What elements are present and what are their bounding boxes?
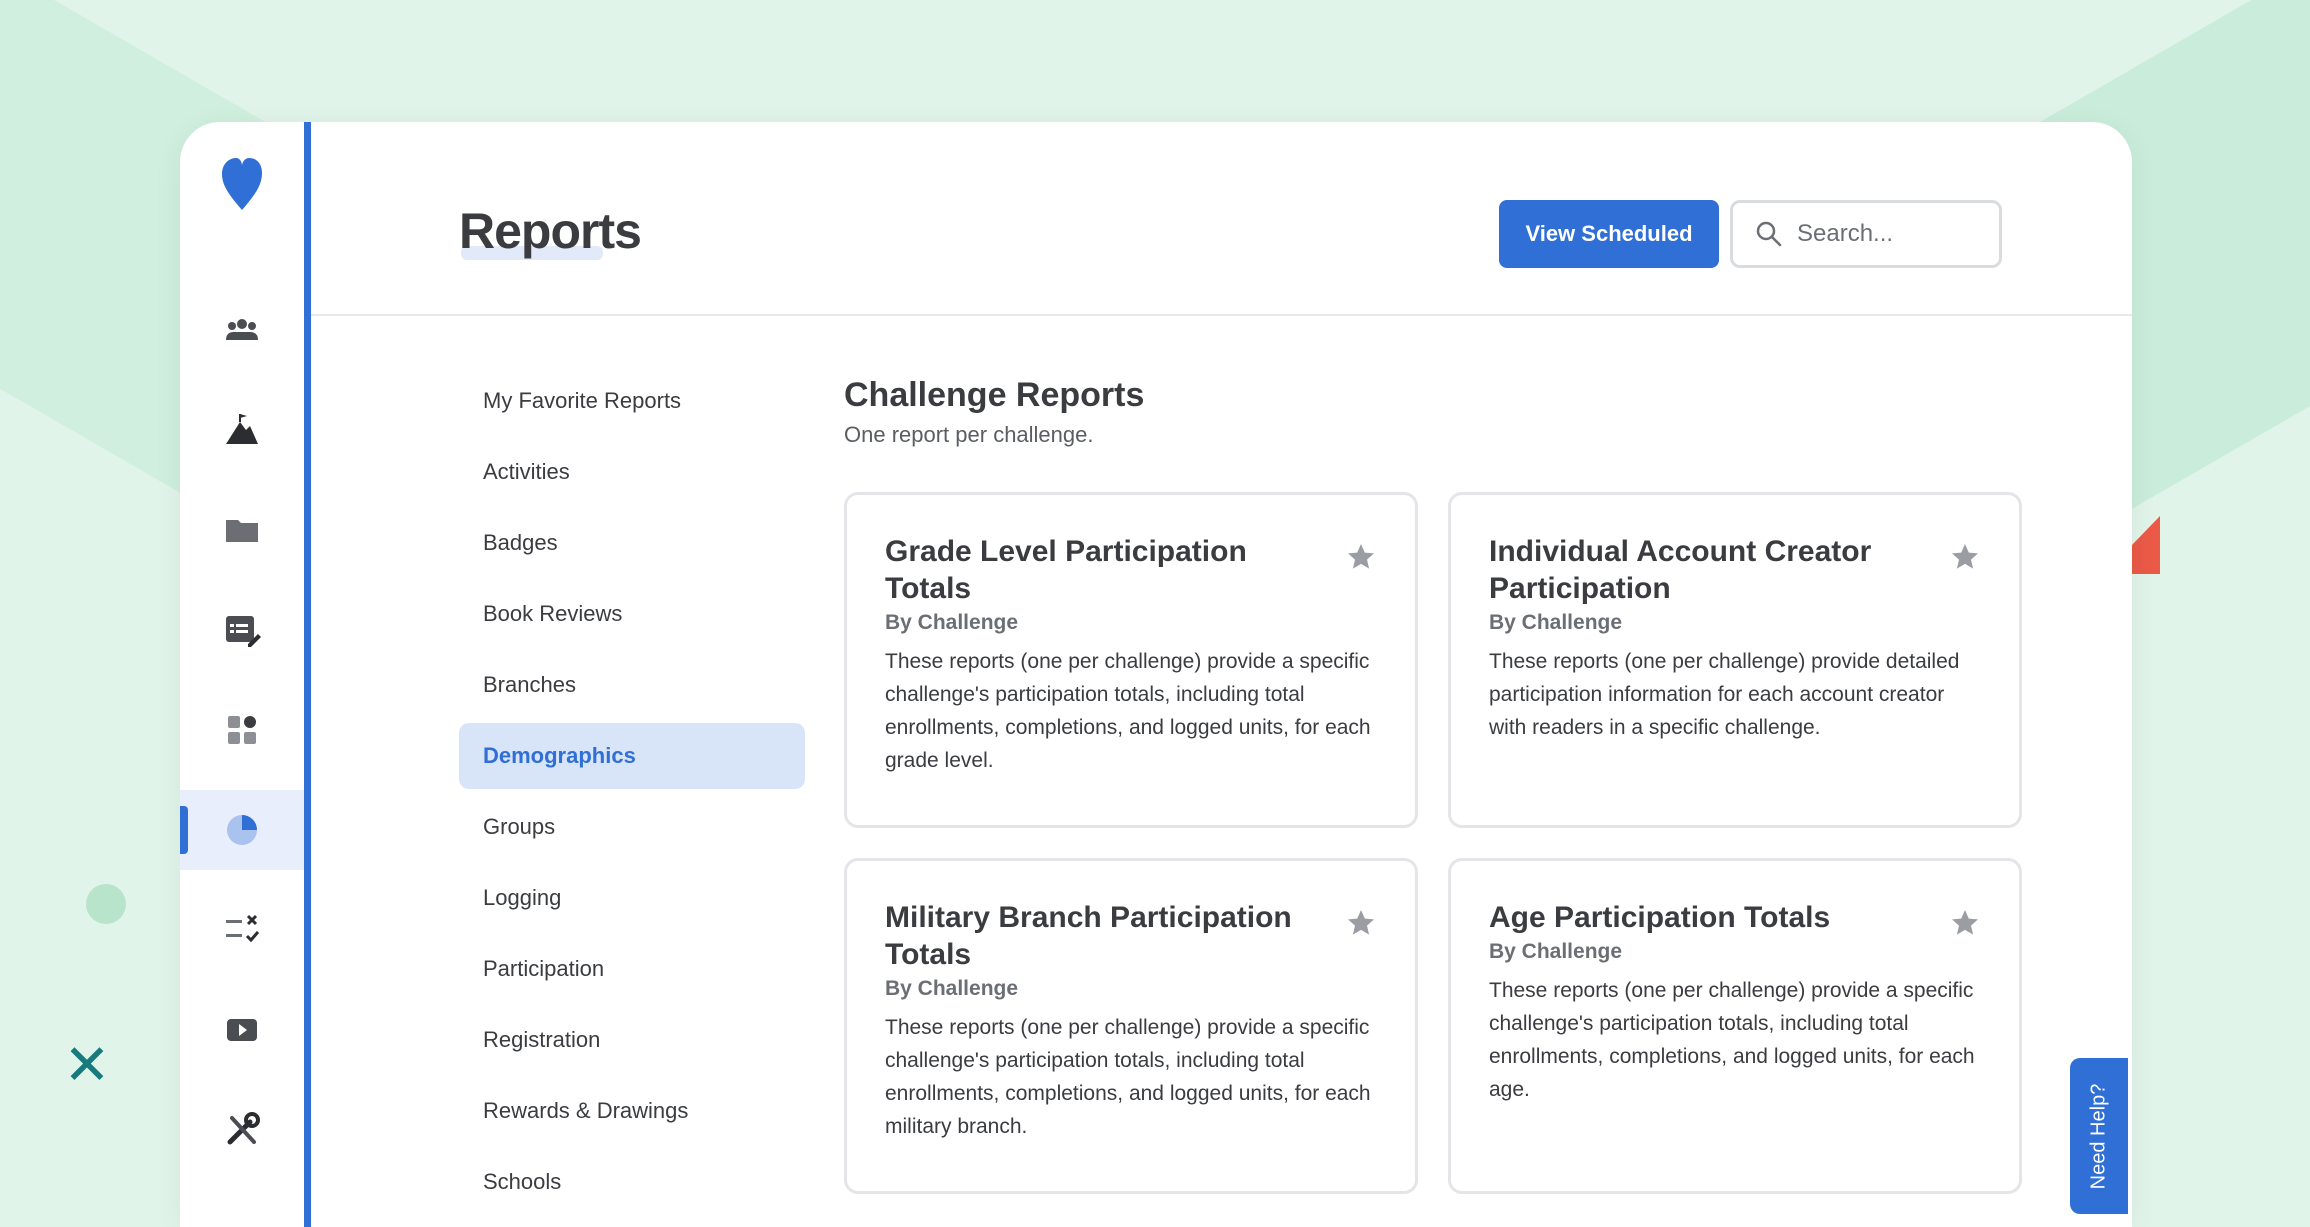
widgets-icon	[228, 716, 256, 744]
report-card[interactable]: Grade Level Participation Totals By Chal…	[844, 492, 1418, 828]
category-demographics[interactable]: Demographics	[459, 723, 805, 789]
users-icon	[226, 319, 258, 340]
report-card-scope: By Challenge	[1489, 611, 1623, 634]
rail-item-users[interactable]	[180, 290, 304, 370]
category-schools[interactable]: Schools	[459, 1149, 805, 1215]
view-scheduled-button[interactable]: View Scheduled	[1499, 200, 1719, 268]
category-activities[interactable]: Activities	[459, 439, 805, 505]
page-header: Reports View Scheduled	[311, 122, 2132, 316]
report-card-scope: By Challenge	[1489, 940, 1623, 963]
rail-item-lists[interactable]	[180, 590, 304, 670]
category-groups[interactable]: Groups	[459, 794, 805, 860]
report-card-scope: By Challenge	[885, 611, 1019, 634]
need-help-label: Need Help?	[2087, 1083, 2110, 1189]
page-title: Reports	[459, 203, 642, 259]
report-card-description: These reports (one per challenge) provid…	[1489, 979, 1975, 1101]
rail-item-challenges[interactable]	[180, 390, 304, 470]
heart-logo-icon[interactable]	[220, 156, 264, 212]
pie-chart-icon	[227, 815, 257, 845]
decorative-circle	[86, 884, 126, 924]
section-subtitle: One report per challenge.	[844, 422, 1094, 447]
category-badges[interactable]: Badges	[459, 510, 805, 576]
list-edit-icon	[226, 616, 261, 647]
report-card[interactable]: Military Branch Participation Totals By …	[844, 858, 1418, 1194]
report-card[interactable]: Individual Account Creator Participation…	[1448, 492, 2022, 828]
rail-divider	[304, 122, 311, 1227]
need-help-button[interactable]: Need Help?	[2070, 1058, 2128, 1214]
mountain-flag-icon	[226, 414, 258, 444]
decorative-x-icon: ✕	[63, 1033, 111, 1096]
rail-item-widgets[interactable]	[180, 690, 304, 770]
rail-item-videos[interactable]	[180, 990, 304, 1070]
report-card-title: Grade Level Participation Totals	[885, 535, 1247, 605]
category-branches[interactable]: Branches	[459, 652, 805, 718]
report-card-description: These reports (one per challenge) provid…	[885, 650, 1371, 772]
rail-item-tasks[interactable]	[180, 890, 304, 970]
rail-item-files[interactable]	[180, 490, 304, 570]
checklist-icon	[226, 914, 260, 943]
search-icon	[1756, 221, 1782, 247]
favorite-star-icon[interactable]	[1345, 541, 1377, 573]
report-card[interactable]: Age Participation Totals By Challenge Th…	[1448, 858, 2022, 1194]
tools-icon	[227, 1112, 260, 1145]
report-card-title: Individual Account Creator Participation	[1489, 535, 1872, 605]
rail-item-tools[interactable]	[180, 1090, 304, 1170]
category-registration[interactable]: Registration	[459, 1007, 805, 1073]
category-logging[interactable]: Logging	[459, 865, 805, 931]
report-card-title: Age Participation Totals	[1489, 901, 1831, 934]
report-card-description: These reports (one per challenge) provid…	[1489, 650, 1960, 739]
favorite-star-icon[interactable]	[1949, 541, 1981, 573]
search-box[interactable]	[1730, 200, 2002, 268]
report-category-nav: My Favorite Reports Activities Badges Bo…	[459, 368, 805, 1220]
category-participation[interactable]: Participation	[459, 936, 805, 1002]
report-card-scope: By Challenge	[885, 977, 1019, 1000]
category-my-favorite-reports[interactable]: My Favorite Reports	[459, 368, 805, 434]
rail-item-reports[interactable]	[180, 790, 304, 870]
icon-rail	[180, 122, 304, 1227]
category-book-reviews[interactable]: Book Reviews	[459, 581, 805, 647]
report-card-description: These reports (one per challenge) provid…	[885, 1016, 1371, 1138]
report-card-title: Military Branch Participation Totals	[885, 901, 1292, 971]
video-icon	[227, 1019, 257, 1041]
folder-icon	[226, 520, 258, 542]
app-window: Reports View Scheduled My Favorite Repor…	[180, 122, 2132, 1227]
section-title: Challenge Reports	[844, 376, 1145, 414]
favorite-star-icon[interactable]	[1949, 907, 1981, 939]
favorite-star-icon[interactable]	[1345, 907, 1377, 939]
category-rewards-drawings[interactable]: Rewards & Drawings	[459, 1078, 805, 1144]
search-input[interactable]	[1797, 220, 1987, 248]
